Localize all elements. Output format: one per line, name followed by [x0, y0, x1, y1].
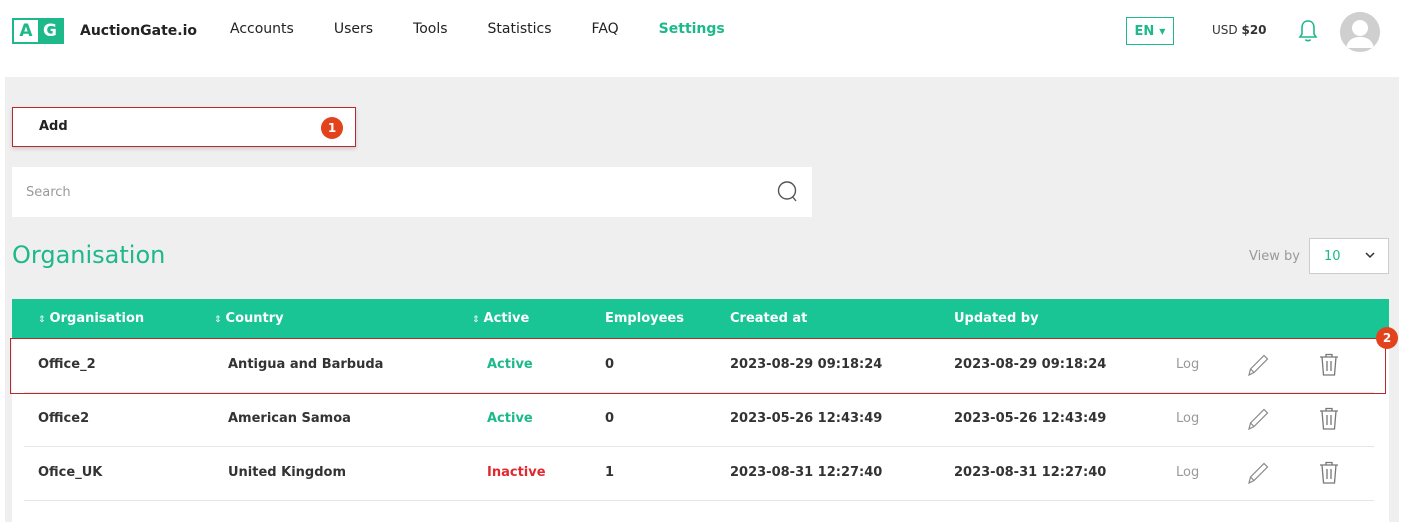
pencil-icon[interactable]	[1246, 406, 1270, 436]
search-input[interactable]	[12, 167, 772, 217]
cell-updated-by: 2023-08-31 12:27:40	[954, 465, 1107, 480]
logo-letter-g: G	[38, 20, 62, 42]
cell-active: Active	[487, 357, 533, 372]
cell-country: Antigua and Barbuda	[228, 357, 384, 372]
balance-currency: USD	[1212, 23, 1238, 37]
header-created-at: Created at	[730, 311, 808, 326]
search-icon[interactable]	[776, 180, 798, 208]
trash-icon[interactable]	[1318, 352, 1340, 382]
cell-organisation: Office_2	[38, 357, 96, 372]
step-badge-2: 2	[1376, 327, 1398, 349]
logo-mark: A G	[12, 18, 64, 44]
nav-statistics[interactable]: Statistics	[488, 21, 552, 37]
sort-icon: ⇕	[214, 315, 222, 325]
step-badge-1: 1	[321, 117, 343, 139]
top-navbar: A G AuctionGate.io Accounts Users Tools …	[0, 0, 1404, 62]
table-row[interactable]: Office_2 Antigua and Barbuda Active 0 20…	[12, 339, 1389, 393]
caret-down-icon: ▼	[1159, 26, 1166, 36]
cell-employees: 1	[605, 465, 615, 480]
page-title: Organisation	[12, 241, 166, 269]
sort-icon: ⇕	[472, 315, 480, 325]
header-country[interactable]: ⇕ Country	[214, 311, 284, 326]
add-button[interactable]: Add 1	[12, 107, 356, 147]
nav-tools[interactable]: Tools	[413, 21, 448, 37]
balance: USD $20	[1212, 23, 1267, 37]
cell-country: United Kingdom	[228, 465, 347, 480]
search-box	[12, 167, 812, 217]
row-divider	[24, 500, 1374, 501]
avatar[interactable]	[1340, 12, 1380, 52]
organisation-table: ⇕ Organisation ⇕ Country ⇕ Active Employees…	[12, 299, 1389, 522]
header-employees: Employees	[605, 311, 684, 326]
brand-name: AuctionGate.io	[80, 23, 198, 39]
view-by-label: View by	[1249, 249, 1300, 264]
table-header: ⇕ Organisation ⇕ Country ⇕ Active Employees…	[12, 299, 1389, 339]
chevron-down-icon	[1364, 249, 1376, 265]
table-row[interactable]: Ofice_UK United Kingdom Inactive 1 2023-…	[12, 447, 1389, 501]
add-label: Add	[39, 119, 68, 134]
sort-icon: ⇕	[38, 315, 46, 325]
pencil-icon[interactable]	[1246, 460, 1270, 490]
logo-letter-a: A	[14, 20, 38, 42]
cell-organisation: Office2	[38, 411, 90, 426]
table-row[interactable]: Office2 American Samoa Active 0 2023-05-…	[12, 393, 1389, 447]
cell-employees: 0	[605, 411, 615, 426]
bell-icon[interactable]	[1298, 19, 1318, 47]
header-updated-by: Updated by	[954, 311, 1039, 326]
brand-logo[interactable]: A G AuctionGate.io	[12, 18, 197, 44]
header-active[interactable]: ⇕ Active	[472, 311, 529, 326]
nav-settings[interactable]: Settings	[659, 21, 725, 37]
nav-users[interactable]: Users	[334, 21, 373, 37]
view-by-select[interactable]: 10	[1309, 238, 1389, 274]
cell-created-at: 2023-08-29 09:18:24	[730, 357, 883, 372]
cell-active: Inactive	[487, 465, 546, 480]
language-value: EN	[1134, 23, 1155, 39]
trash-icon[interactable]	[1318, 406, 1340, 436]
cell-employees: 0	[605, 357, 615, 372]
cell-updated-by: 2023-08-29 09:18:24	[954, 357, 1107, 372]
log-link[interactable]: Log	[1176, 411, 1199, 426]
view-by-value: 10	[1324, 248, 1341, 264]
cell-created-at: 2023-08-31 12:27:40	[730, 465, 883, 480]
nav-faq[interactable]: FAQ	[592, 21, 619, 37]
cell-organisation: Ofice_UK	[38, 465, 103, 480]
trash-icon[interactable]	[1318, 460, 1340, 490]
pencil-icon[interactable]	[1246, 352, 1270, 382]
main-nav: Accounts Users Tools Statistics FAQ Sett…	[230, 21, 765, 37]
log-link[interactable]: Log	[1176, 465, 1199, 480]
nav-accounts[interactable]: Accounts	[230, 21, 294, 37]
cell-updated-by: 2023-05-26 12:43:49	[954, 411, 1107, 426]
cell-active: Active	[487, 411, 533, 426]
log-link[interactable]: Log	[1176, 357, 1199, 372]
header-organisation[interactable]: ⇕ Organisation	[38, 311, 144, 326]
language-select[interactable]: EN ▼	[1126, 17, 1174, 45]
balance-amount: $20	[1241, 23, 1267, 37]
cell-created-at: 2023-05-26 12:43:49	[730, 411, 883, 426]
cell-country: American Samoa	[228, 411, 351, 426]
